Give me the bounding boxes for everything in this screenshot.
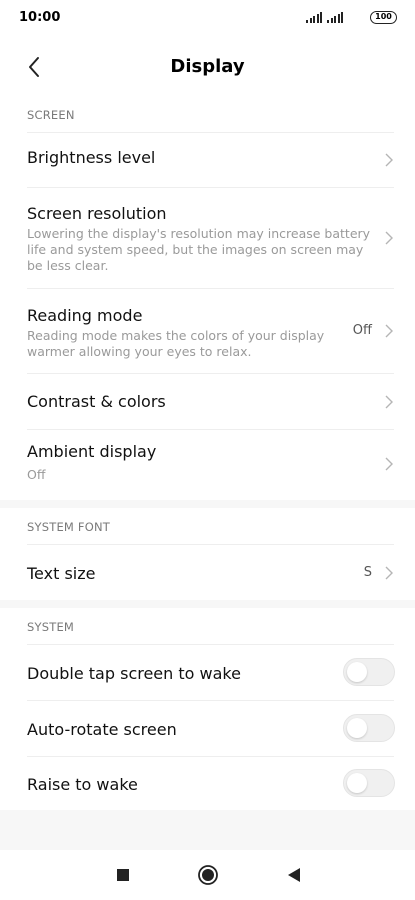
- chevron-right-icon: [385, 457, 393, 471]
- recents-button[interactable]: [109, 863, 137, 887]
- row-title: Ambient display: [27, 442, 157, 461]
- signal-strength-icon: [327, 12, 345, 23]
- toggle-knob: [347, 662, 367, 682]
- back-button[interactable]: [14, 50, 54, 84]
- home-button[interactable]: [194, 863, 222, 887]
- section-label-system-font: SYSTEM FONT: [27, 520, 110, 534]
- square-icon: [117, 869, 129, 881]
- circle-icon: [198, 865, 218, 885]
- system-section: SYSTEM Double tap screen to wake Auto-ro…: [0, 608, 415, 810]
- system-font-section: SYSTEM FONT Text size S: [0, 508, 415, 600]
- chevron-right-icon: [385, 153, 393, 167]
- row-subtitle: Lowering the display's resolution may in…: [27, 226, 371, 273]
- row-contrast-colors[interactable]: Contrast & colors: [0, 374, 415, 429]
- row-title: Double tap screen to wake: [27, 664, 241, 683]
- row-title: Contrast & colors: [27, 392, 166, 411]
- display-settings-screen: 10:00 100 Display SCREEN Brightness leve…: [0, 0, 415, 900]
- row-title: Screen resolution: [27, 204, 167, 223]
- header: Display: [0, 38, 415, 96]
- row-title: Brightness level: [27, 148, 156, 167]
- double-tap-wake-toggle[interactable]: [343, 658, 395, 686]
- row-brightness-level[interactable]: Brightness level: [0, 133, 415, 187]
- section-label-screen: SCREEN: [27, 108, 75, 122]
- chevron-left-icon: [29, 57, 39, 77]
- row-subtitle: Off: [27, 467, 46, 482]
- row-ambient-display[interactable]: Ambient display Off: [0, 430, 415, 500]
- auto-rotate-toggle[interactable]: [343, 714, 395, 742]
- row-text-size[interactable]: Text size S: [0, 545, 415, 600]
- chevron-right-icon: [385, 566, 393, 580]
- page-title: Display: [170, 56, 245, 77]
- row-subtitle: Reading mode makes the colors of your di…: [27, 328, 325, 359]
- raise-to-wake-toggle[interactable]: [343, 769, 395, 797]
- row-auto-rotate[interactable]: Auto-rotate screen: [0, 701, 415, 756]
- nav-back-button[interactable]: [280, 863, 308, 887]
- status-time: 10:00: [19, 10, 61, 25]
- screen-section: SCREEN Brightness level Screen resolutio…: [0, 96, 415, 500]
- row-title: Raise to wake: [27, 775, 138, 794]
- status-bar: 10:00 100: [0, 0, 415, 38]
- row-raise-to-wake[interactable]: Raise to wake: [0, 757, 415, 810]
- navigation-bar: [0, 850, 415, 900]
- section-label-system: SYSTEM: [27, 620, 75, 634]
- toggle-knob: [347, 718, 367, 738]
- battery-icon: 100: [370, 11, 397, 24]
- row-value: Off: [352, 323, 372, 338]
- signal-strength-icon: [306, 12, 324, 23]
- triangle-back-icon: [288, 868, 300, 882]
- chevron-right-icon: [385, 231, 393, 245]
- toggle-knob: [347, 773, 367, 793]
- chevron-right-icon: [385, 324, 393, 338]
- row-title: Text size: [27, 564, 96, 583]
- row-title: Reading mode: [27, 306, 143, 325]
- row-title: Auto-rotate screen: [27, 720, 177, 739]
- row-value: S: [363, 565, 372, 580]
- row-double-tap-wake[interactable]: Double tap screen to wake: [0, 645, 415, 700]
- row-screen-resolution[interactable]: Screen resolution Lowering the display's…: [0, 188, 415, 288]
- row-reading-mode[interactable]: Reading mode Reading mode makes the colo…: [0, 289, 415, 373]
- chevron-right-icon: [385, 395, 393, 409]
